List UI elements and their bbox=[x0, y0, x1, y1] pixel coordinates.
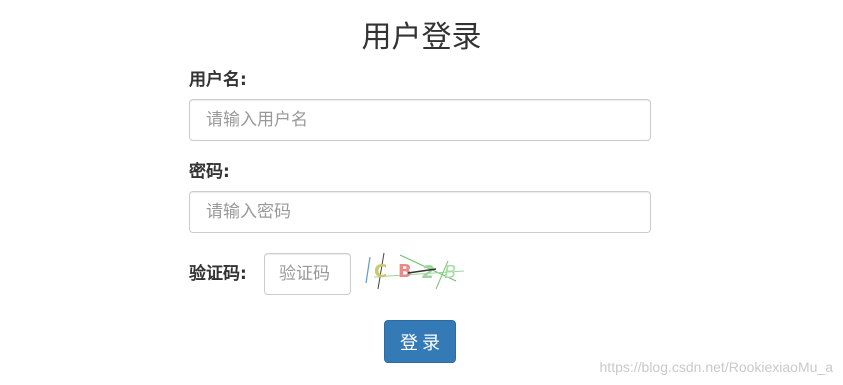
captcha-input[interactable] bbox=[264, 253, 351, 295]
captcha-char: C bbox=[374, 261, 387, 282]
username-input[interactable] bbox=[189, 99, 651, 141]
login-button[interactable]: 登录 bbox=[384, 320, 456, 363]
page-title: 用户登录 bbox=[361, 20, 482, 55]
username-label: 用户名: bbox=[189, 70, 247, 90]
captcha-noise-line bbox=[365, 256, 371, 284]
password-label: 密码: bbox=[189, 162, 230, 182]
password-input[interactable] bbox=[189, 191, 651, 233]
captcha-char: B bbox=[398, 261, 412, 282]
captcha-label: 验证码: bbox=[189, 264, 247, 284]
captcha-image[interactable]: C B 2 B bbox=[364, 251, 470, 291]
watermark-text: https://blog.csdn.net/RookiexiaoMu_a bbox=[599, 359, 833, 375]
captcha-char: 2 bbox=[422, 262, 435, 283]
